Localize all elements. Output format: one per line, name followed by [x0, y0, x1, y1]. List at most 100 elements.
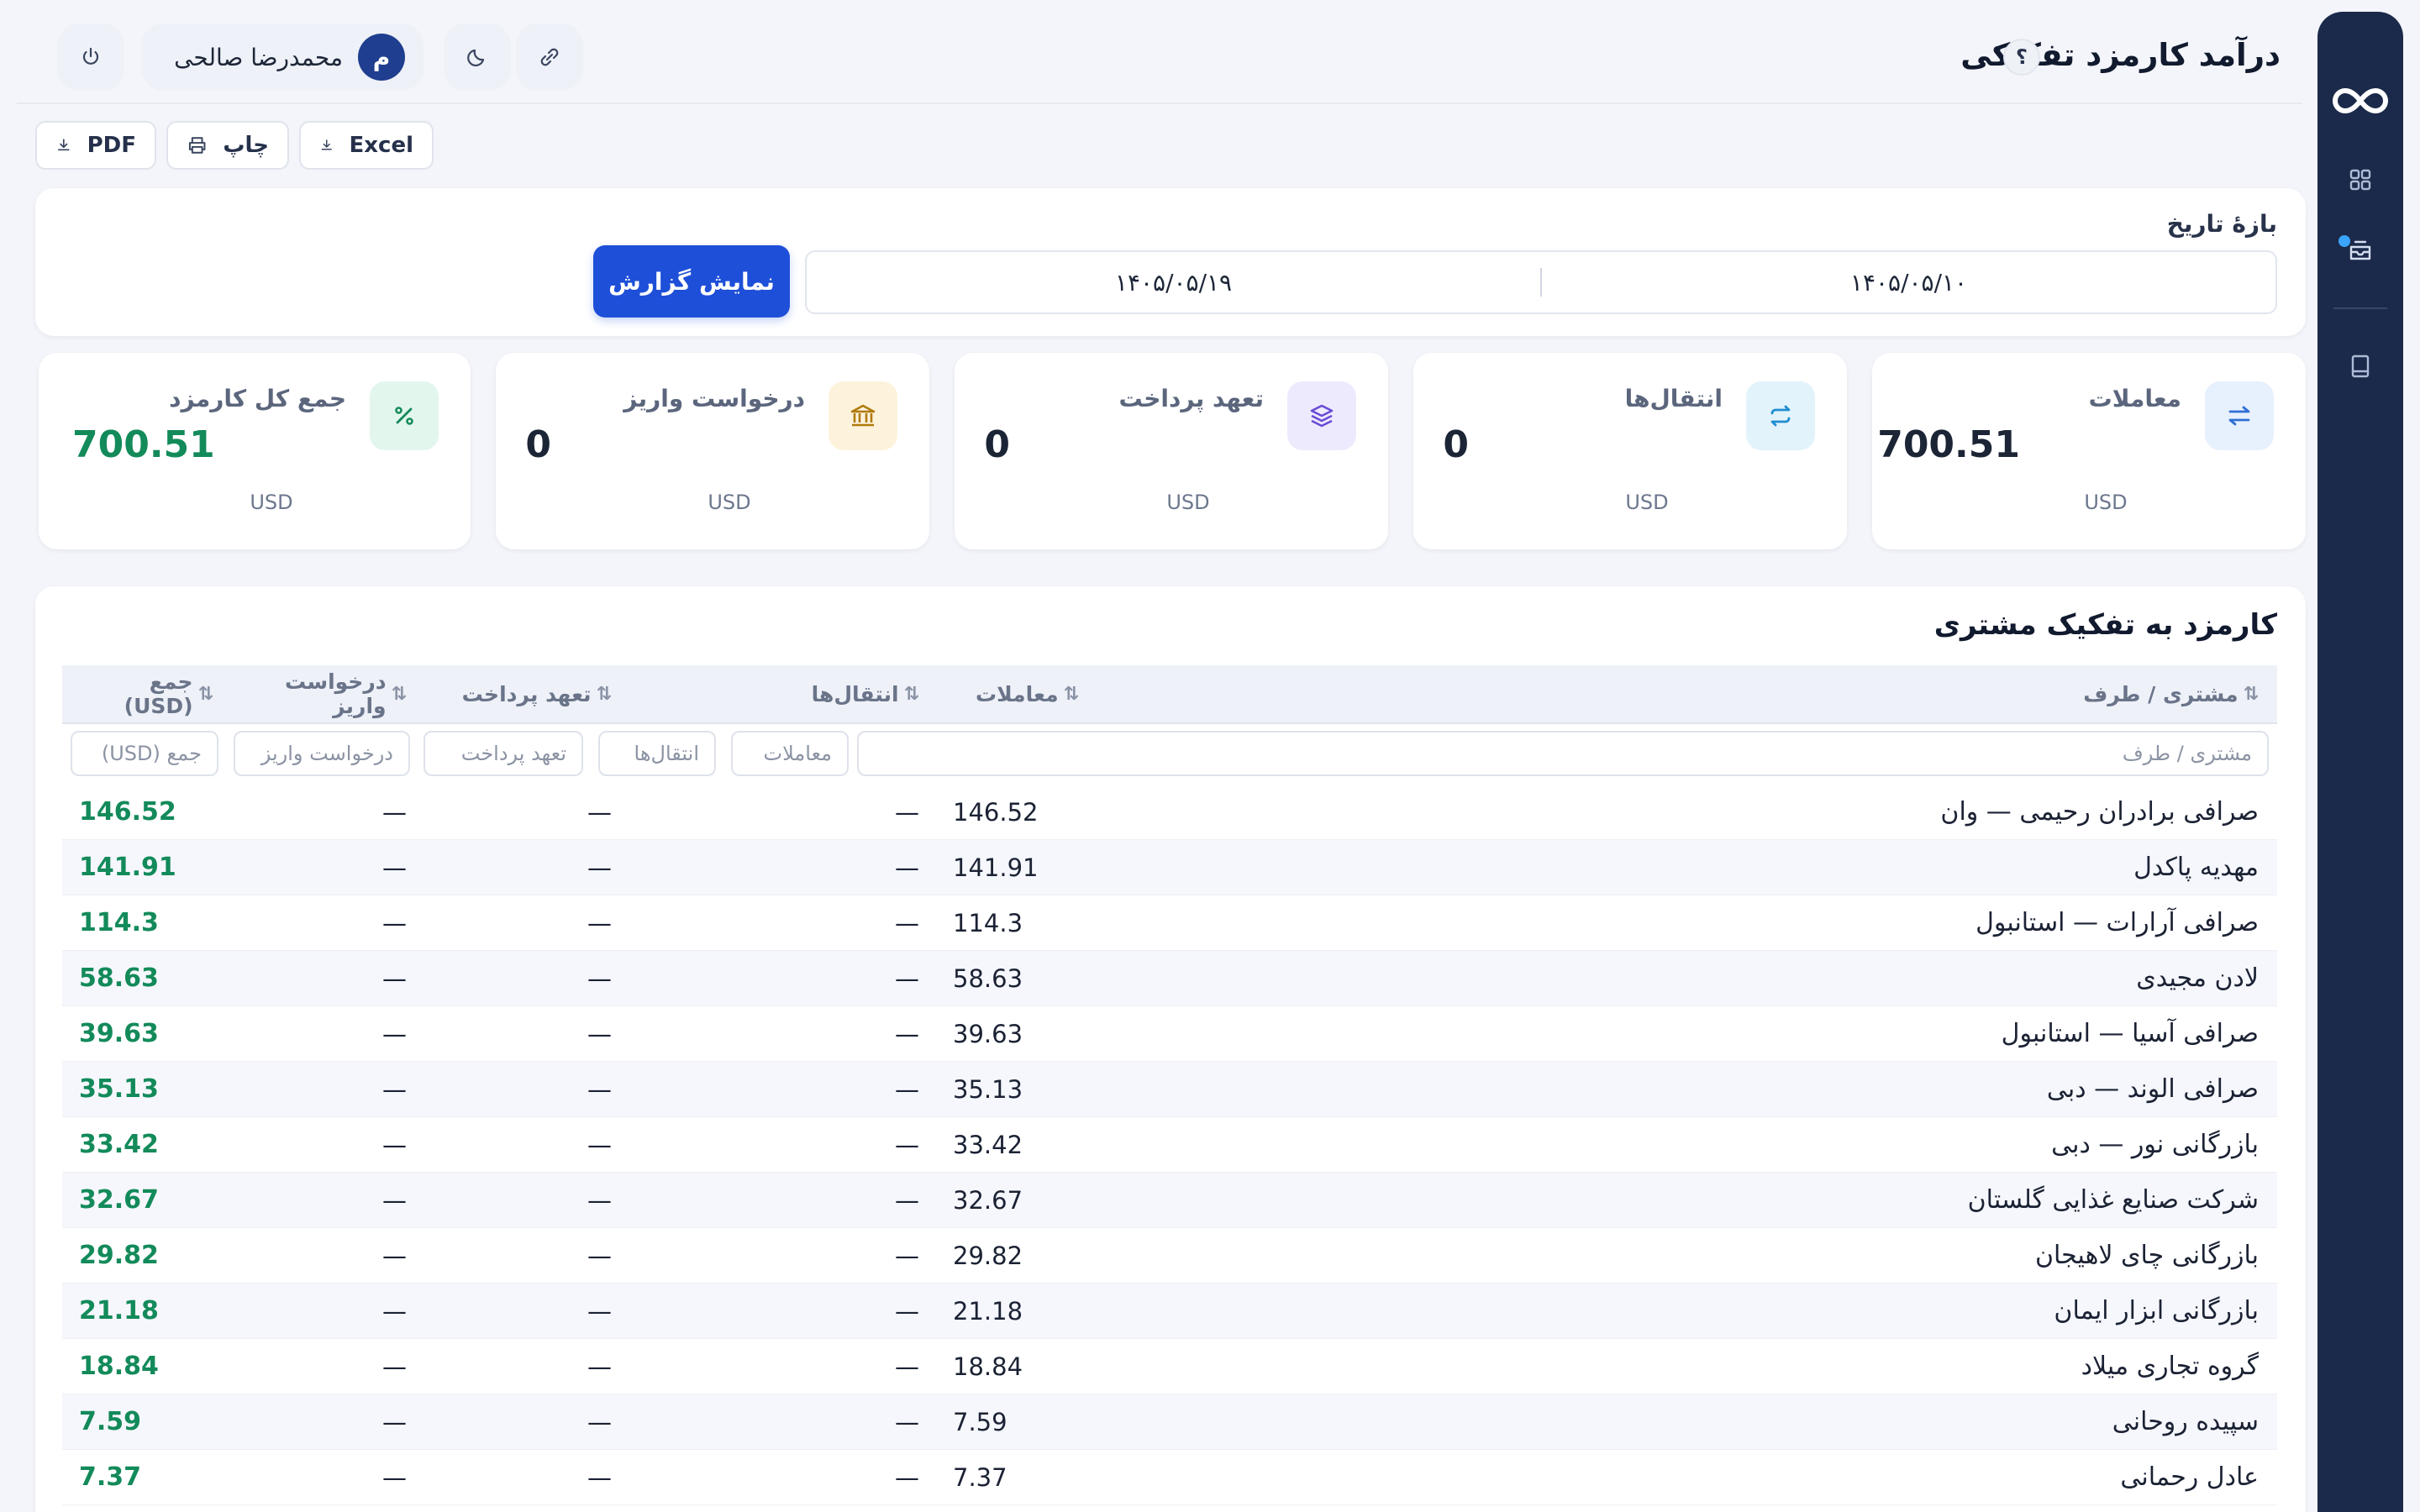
power-icon — [82, 47, 99, 65]
column-header-commitments[interactable]: ⇅ تعهد پرداخت — [435, 665, 612, 722]
transfers-value: — — [895, 1130, 919, 1159]
commitments-value: — — [587, 1019, 612, 1048]
printer-icon — [188, 137, 206, 154]
stat-card-commitments: تعهد پرداخت 0 USD — [955, 353, 1388, 549]
total-value: 29.82 — [79, 1241, 159, 1270]
user-chip[interactable]: م محمدرضا صالحی — [141, 24, 424, 91]
dashboard-grid-icon[interactable] — [2344, 163, 2377, 197]
column-header-total[interactable]: ⇅ جمع (USD) — [62, 665, 213, 722]
table-row[interactable]: عادل رحمانی 7.37 — — — 7.37 — [62, 1450, 2277, 1505]
download-icon — [57, 139, 70, 151]
link-button[interactable] — [516, 24, 583, 91]
transactions-value: 114.3 — [953, 908, 1023, 937]
help-icon[interactable]: ؟ — [2003, 39, 2040, 76]
stat-value: 0 — [525, 423, 551, 466]
commitments-value: — — [587, 1241, 612, 1270]
table-row[interactable]: سپیده روحانی 7.59 — — — 7.59 — [62, 1394, 2277, 1450]
show-report-button[interactable]: نمایش گزارش — [593, 245, 790, 318]
transactions-value: 29.82 — [953, 1241, 1023, 1270]
theme-toggle-button[interactable] — [444, 24, 511, 91]
table-row[interactable]: بازرگانی نور — دبی 33.42 — — — 33.42 — [62, 1117, 2277, 1173]
stat-value: 700.51 — [72, 423, 215, 466]
table-row[interactable]: مهدیه پاکدل 141.91 — — — 141.91 — [62, 840, 2277, 895]
user-name: محمدرضا صالحی — [174, 43, 343, 71]
transfers-value: — — [895, 963, 919, 993]
book-icon[interactable] — [2344, 349, 2377, 383]
header-label: مشتری / طرف — [2083, 681, 2238, 706]
bank-icon — [829, 381, 897, 450]
date-from-field[interactable]: ۱۴۰۵/۰۵/۱۰ — [1542, 269, 2275, 297]
pdf-label: PDF — [87, 133, 136, 158]
filter-input-transfers[interactable]: انتقال‌ها — [598, 731, 716, 776]
transfers-value: — — [895, 1407, 919, 1436]
sort-icon: ⇅ — [391, 683, 407, 705]
app-root: درآمد کارمزد تفکیکی ؟ م محمدرضا صالحی Ex… — [0, 0, 2420, 1512]
transactions-value: 39.63 — [953, 1019, 1023, 1048]
transactions-value: 58.63 — [953, 963, 1023, 993]
column-header-deposits[interactable]: ⇅ درخواست واریز — [230, 665, 407, 722]
link-icon — [540, 48, 559, 66]
transactions-value: 146.52 — [953, 797, 1039, 827]
table-row[interactable]: گروه تجاری میلاد 18.84 — — — 18.84 — [62, 1339, 2277, 1394]
sort-icon: ⇅ — [197, 683, 213, 705]
infinity-logo-icon[interactable] — [2333, 82, 2388, 119]
transfers-value: — — [895, 1074, 919, 1104]
export-excel-button[interactable]: Excel — [299, 121, 434, 170]
column-header-transactions[interactable]: ⇅ معاملات — [953, 665, 1079, 722]
transactions-value: 32.67 — [953, 1185, 1023, 1215]
total-value: 58.63 — [79, 963, 159, 993]
transfers-value: — — [895, 1296, 919, 1326]
table-row[interactable]: لادن مجیدی 58.63 — — — 58.63 — [62, 951, 2277, 1006]
swap-arrows-icon — [2205, 381, 2274, 450]
stat-value: 700.51 — [1877, 423, 2020, 466]
commitments-value: — — [587, 1296, 612, 1326]
stat-label: تعهد پرداخت — [1118, 385, 1264, 412]
total-value: 7.59 — [79, 1407, 142, 1436]
header-label: تعهد پرداخت — [461, 681, 592, 706]
reports-inbox-icon[interactable] — [2338, 234, 2377, 267]
sort-icon: ⇅ — [596, 683, 612, 705]
deposits-value: — — [382, 1462, 407, 1492]
transactions-value: 7.59 — [953, 1407, 1007, 1436]
rail-divider — [2333, 307, 2387, 309]
table-filter-row: مشتری / طرف معاملات انتقال‌ها تعهد پرداخ… — [62, 724, 2277, 785]
table-row[interactable]: شرکت صنایع غذایی گلستان 32.67 — — — 32.6… — [62, 1173, 2277, 1228]
table-row[interactable]: بازرگانی ابزار ایمان 21.18 — — — 21.18 — [62, 1284, 2277, 1339]
percent-icon — [370, 381, 439, 450]
moon-icon — [467, 49, 485, 67]
header-label: جمع (USD) — [124, 669, 193, 718]
transfers-value: — — [895, 853, 919, 882]
transactions-value: 7.37 — [953, 1462, 1007, 1492]
stat-unit: USD — [1166, 491, 1210, 514]
export-pdf-button[interactable]: PDF — [35, 121, 156, 170]
table-row[interactable]: صرافی آرارات — استانبول 114.3 — — — 114.… — [62, 895, 2277, 951]
filter-input-commitments[interactable]: تعهد پرداخت — [424, 731, 583, 776]
table-row[interactable]: صرافی آسیا — استانبول 39.63 — — — 39.63 — [62, 1006, 2277, 1062]
total-value: 146.52 — [79, 797, 176, 827]
column-header-transfers[interactable]: ⇅ انتقال‌ها — [785, 665, 919, 722]
date-range-label: بازهٔ تاریخ — [2166, 210, 2277, 238]
filter-input-transactions[interactable]: معاملات — [731, 731, 849, 776]
stat-unit: USD — [2084, 491, 2128, 514]
deposits-value: — — [382, 853, 407, 882]
date-range-picker[interactable]: ۱۴۰۵/۰۵/۱۰ ۱۴۰۵/۰۵/۱۹ — [805, 250, 2277, 314]
sort-icon: ⇅ — [1063, 683, 1079, 705]
logout-button[interactable] — [57, 24, 124, 91]
transfers-value: — — [895, 1352, 919, 1381]
filter-input-total[interactable]: جمع (USD) — [71, 731, 218, 776]
table-row[interactable]: صرافی برادران رحیمی — وان 146.52 — — — 1… — [62, 785, 2277, 840]
print-button[interactable]: چاپ — [166, 121, 289, 170]
filter-input-name[interactable]: مشتری / طرف — [857, 731, 2269, 776]
stat-value: 0 — [1443, 423, 1469, 466]
commitments-value: — — [587, 1407, 612, 1436]
stat-value: 0 — [984, 423, 1010, 466]
transfers-value: — — [895, 797, 919, 827]
sort-icon: ⇅ — [2243, 683, 2259, 705]
header-label: درخواست واریز — [285, 669, 387, 718]
date-to-field[interactable]: ۱۴۰۵/۰۵/۱۹ — [807, 269, 1540, 297]
total-value: 7.37 — [79, 1462, 142, 1492]
filter-input-deposits[interactable]: درخواست واریز — [234, 731, 410, 776]
table-row[interactable]: بازرگانی چای لاهیجان 29.82 — — — 29.82 — [62, 1228, 2277, 1284]
stat-label: جمع کل کارمزد — [169, 385, 346, 412]
table-row[interactable]: صرافی الوند — دبی 35.13 — — — 35.13 — [62, 1062, 2277, 1117]
